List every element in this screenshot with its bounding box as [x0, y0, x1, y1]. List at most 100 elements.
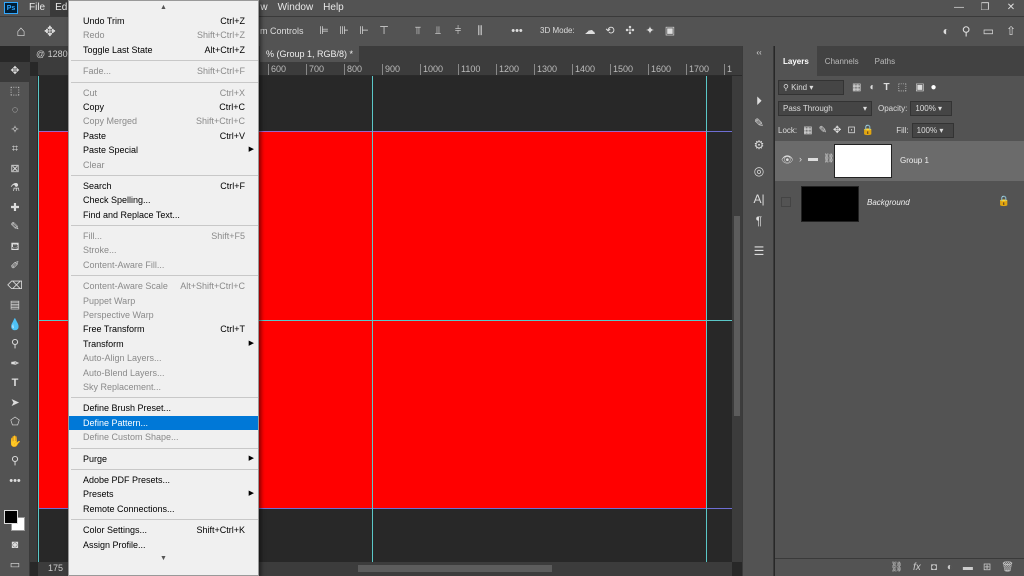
menu-item-presets[interactable]: Presets ▶ [69, 487, 258, 501]
document-tab-active[interactable]: % (Group 1, RGB/8) * [260, 46, 360, 62]
menu-window[interactable]: Window [273, 0, 319, 16]
menu-item-fade[interactable]: Fade... Shift+Ctrl+F [69, 64, 258, 78]
align-center-icon[interactable]: ⊪ [338, 25, 350, 37]
tab-layers[interactable]: Layers [775, 46, 817, 76]
3d-roll-icon[interactable]: ⟲ [604, 25, 616, 37]
menu-item-transform[interactable]: Transform ▶ [69, 337, 258, 351]
dodge-tool-icon[interactable]: ⚲ [0, 335, 30, 355]
blend-mode-select[interactable]: Pass Through ▾ [778, 101, 872, 116]
eyedropper-tool-icon[interactable]: ⚗ [0, 179, 30, 199]
adjustment-layer-icon[interactable]: ◐ [947, 562, 953, 573]
filter-adjustment-icon[interactable]: ◐ [869, 82, 875, 93]
menu-item-find-and-replace-text[interactable]: Find and Replace Text... [69, 208, 258, 222]
type-tool-icon[interactable]: T [0, 374, 30, 394]
menu-item-sky-replacement[interactable]: Sky Replacement... [69, 380, 258, 394]
fx-icon[interactable]: fx [913, 562, 921, 573]
filter-type-icon[interactable]: T [884, 82, 890, 93]
lock-all-icon[interactable]: 🔒 [862, 125, 874, 136]
filter-shape-icon[interactable]: ⬚ [898, 82, 907, 93]
frame-tool-icon[interactable]: ⊠ [0, 160, 30, 180]
vertical-scrollbar[interactable] [732, 76, 742, 562]
add-mask-icon[interactable]: ◘ [931, 562, 937, 573]
learn-icon[interactable]: ◐ [943, 24, 950, 38]
lock-pixels-icon[interactable]: ✎ [819, 125, 827, 136]
menu-item-define-brush-preset[interactable]: Define Brush Preset... [69, 401, 258, 415]
menu-file[interactable]: File [24, 0, 50, 16]
menu-item-define-pattern[interactable]: Define Pattern... [69, 415, 258, 431]
scroll-thumb[interactable] [734, 216, 740, 416]
layer-name[interactable]: Group 1 [900, 156, 929, 165]
menu-item-toggle-last-state[interactable]: Toggle Last State Alt+Ctrl+Z [69, 43, 258, 57]
chevron-right-icon[interactable]: › [799, 154, 802, 164]
tab-paths[interactable]: Paths [867, 46, 903, 76]
align-left-icon[interactable]: ⊫ [318, 25, 330, 37]
distribute-horizontal-icon[interactable]: ⫼ [474, 25, 486, 37]
zoom-level[interactable]: 175 [48, 563, 63, 573]
move-tool-icon[interactable]: ✥ [0, 62, 30, 82]
filter-pixel-icon[interactable]: ▦ [852, 82, 861, 93]
menu-help[interactable]: Help [318, 0, 349, 16]
hand-tool-icon[interactable]: ✋ [0, 433, 30, 453]
path-selection-tool-icon[interactable]: ➤ [0, 394, 30, 414]
menu-item-undo-trim[interactable]: Undo Trim Ctrl+Z [69, 14, 258, 28]
more-tools-icon[interactable]: ••• [0, 472, 30, 492]
3d-pan-icon[interactable]: ✣ [624, 25, 636, 37]
minimize-icon[interactable]: — [946, 0, 972, 16]
foreground-color-swatch[interactable] [4, 510, 18, 524]
menu-item-auto-blend-layers[interactable]: Auto-Blend Layers... [69, 366, 258, 380]
scroll-down-icon[interactable]: ▼ [69, 552, 258, 565]
close-icon[interactable]: ✕ [998, 0, 1024, 16]
filter-kind-select[interactable]: ⚲ Kind ▾ [778, 80, 844, 95]
fill-field[interactable]: 100% ▾ [911, 123, 954, 138]
layer-name[interactable]: Background [867, 198, 910, 207]
history-icon[interactable]: ⏵ [743, 90, 775, 112]
lock-transparent-icon[interactable]: ▦ [803, 125, 812, 136]
menu-item-content-aware-fill[interactable]: Content-Aware Fill... [69, 258, 258, 272]
filter-smart-object-icon[interactable]: ▣ [915, 82, 924, 93]
gradient-tool-icon[interactable]: ▤ [0, 296, 30, 316]
filter-toggle-icon[interactable]: ● [931, 82, 937, 93]
scroll-up-icon[interactable]: ▲ [69, 1, 258, 14]
brushes-icon[interactable]: ✎ [743, 112, 775, 134]
new-layer-icon[interactable]: ⊞ [983, 562, 991, 573]
shape-tool-icon[interactable]: ⬠ [0, 413, 30, 433]
workspace-icon[interactable]: ▭ [983, 24, 994, 38]
menu-item-perspective-warp[interactable]: Perspective Warp [69, 308, 258, 322]
menu-item-adobe-pdf-presets[interactable]: Adobe PDF Presets... [69, 473, 258, 487]
align-right-icon[interactable]: ⊩ [358, 25, 370, 37]
crop-tool-icon[interactable]: ⌗ [0, 140, 30, 160]
character-icon[interactable]: A| [743, 188, 775, 210]
magic-wand-tool-icon[interactable]: ✧ [0, 121, 30, 141]
new-group-icon[interactable]: ▬ [963, 562, 973, 573]
menu-item-purge[interactable]: Purge ▶ [69, 452, 258, 466]
history-brush-tool-icon[interactable]: ✐ [0, 257, 30, 277]
show-transform-controls-label[interactable]: m Controls [260, 26, 304, 36]
menu-item-paste[interactable]: Paste Ctrl+V [69, 129, 258, 143]
paragraph-icon[interactable]: ¶ [743, 210, 775, 232]
share-icon[interactable]: ⇧ [1006, 24, 1016, 38]
menu-item-copy-merged[interactable]: Copy Merged Shift+Ctrl+C [69, 114, 258, 128]
properties-icon[interactable]: ☰ [743, 240, 775, 262]
lock-artboard-icon[interactable]: ⊡ [847, 125, 855, 136]
menu-item-check-spelling[interactable]: Check Spelling... [69, 193, 258, 207]
pen-tool-icon[interactable]: ✒ [0, 355, 30, 375]
blur-tool-icon[interactable]: 💧 [0, 316, 30, 336]
distribute-top-icon[interactable]: ⫪ [412, 25, 424, 37]
clone-stamp-tool-icon[interactable]: ⛾ [0, 238, 30, 258]
menu-item-puppet-warp[interactable]: Puppet Warp [69, 294, 258, 308]
styles-icon[interactable]: ◎ [743, 160, 775, 182]
marquee-tool-icon[interactable]: ⬚ [0, 82, 30, 102]
zoom-tool-icon[interactable]: ⚲ [0, 452, 30, 472]
home-icon[interactable]: ⌂ [12, 23, 30, 41]
scroll-thumb[interactable] [358, 565, 552, 572]
menu-item-fill[interactable]: Fill... Shift+F5 [69, 229, 258, 243]
link-layers-icon[interactable]: ⛓ [890, 562, 903, 573]
menu-item-cut[interactable]: Cut Ctrl+X [69, 86, 258, 100]
menu-item-search[interactable]: Search Ctrl+F [69, 179, 258, 193]
menu-item-remote-connections[interactable]: Remote Connections... [69, 502, 258, 516]
eraser-tool-icon[interactable]: ⌫ [0, 277, 30, 297]
screen-mode-icon[interactable]: ▭ [0, 556, 30, 576]
menu-item-content-aware-scale[interactable]: Content-Aware Scale Alt+Shift+Ctrl+C [69, 279, 258, 293]
3d-scale-icon[interactable]: ▣ [664, 25, 676, 37]
menu-item-free-transform[interactable]: Free Transform Ctrl+T [69, 322, 258, 336]
